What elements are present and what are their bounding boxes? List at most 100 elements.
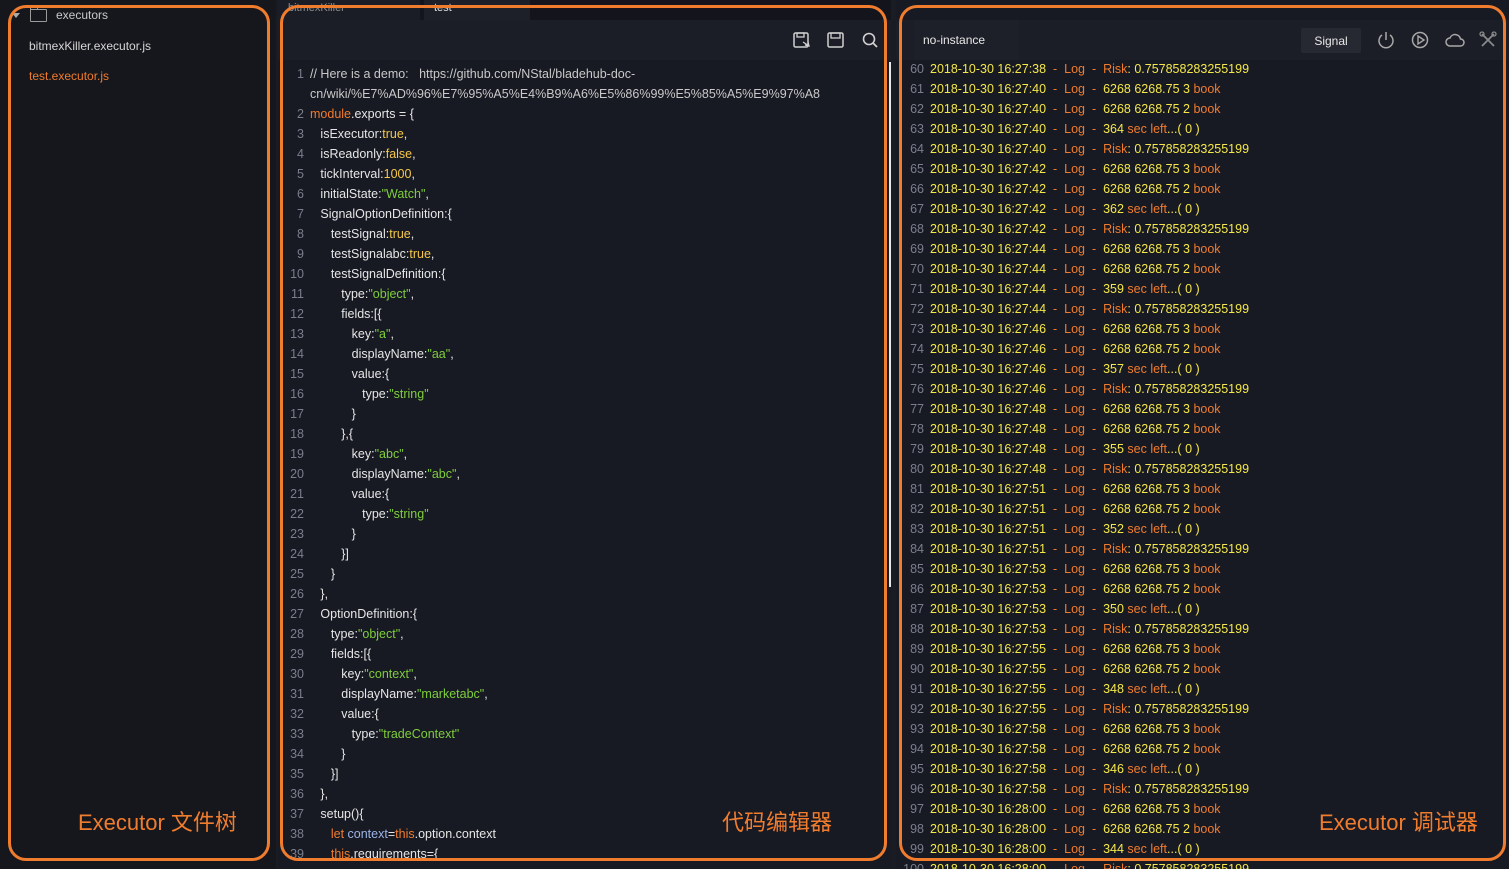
search-icon[interactable]: [860, 30, 880, 50]
code-area[interactable]: 1 // Here is a demo: https://github.com/N…: [278, 64, 883, 864]
line-content: },: [310, 587, 329, 601]
log-level: Log: [1064, 462, 1085, 476]
log-line-number: 86: [910, 582, 924, 596]
log-level: Log: [1064, 102, 1085, 116]
line-number: 22: [290, 507, 304, 521]
log-line: 78 2018-10-30 16:27:48 - Log - 6268 6268.…: [896, 419, 1509, 439]
log-timestamp: 2018-10-30 16:27:44: [930, 242, 1047, 256]
log-timestamp: 2018-10-30 16:27:42: [930, 202, 1047, 216]
code-line: 39 this.requirements={: [278, 844, 883, 864]
log-timestamp: 2018-10-30 16:27:48: [930, 442, 1047, 456]
line-number: 2: [297, 107, 304, 121]
line-content: let context=this.option.context: [330, 827, 496, 841]
log-timestamp: 2018-10-30 16:27:48: [930, 462, 1047, 476]
power-icon[interactable]: [1376, 30, 1396, 50]
tree-file-test[interactable]: test.executor.js: [29, 69, 109, 83]
log-line: 69 2018-10-30 16:27:44 - Log - 6268 6268.…: [896, 239, 1509, 259]
log-message: 6268 6268.75 3 book: [1103, 242, 1221, 256]
tree-folder-executors[interactable]: executors: [12, 5, 108, 22]
line-content: value:{: [310, 487, 390, 501]
log-message: Risk: 0.757858283255199: [1103, 382, 1250, 396]
log-line: 61 2018-10-30 16:27:40 - Log - 6268 6268.…: [896, 79, 1509, 99]
code-line: 28 type:"object",: [278, 624, 883, 644]
folder-icon: [30, 5, 47, 22]
tab-test[interactable]: test: [424, 0, 530, 20]
log-line-number: 70: [910, 262, 924, 276]
code-line: 29 fields:[{: [278, 644, 883, 664]
log-level: Log: [1064, 262, 1085, 276]
editor-scrollbar[interactable]: [889, 62, 891, 587]
tab-no-instance[interactable]: no-instance: [914, 20, 1019, 60]
log-line-number: 93: [910, 722, 924, 736]
line-number: 19: [290, 447, 304, 461]
chevron-down-icon[interactable]: [12, 12, 20, 18]
code-line: 4 isReadonly:false,: [278, 144, 883, 164]
log-timestamp: 2018-10-30 16:27:40: [930, 82, 1047, 96]
code-line: 36 },: [278, 784, 883, 804]
tools-icon[interactable]: [1478, 30, 1498, 50]
log-timestamp: 2018-10-30 16:27:44: [930, 282, 1047, 296]
log-line-number: 66: [910, 182, 924, 196]
log-timestamp: 2018-10-30 16:27:40: [930, 102, 1047, 116]
line-content: key:"a",: [310, 327, 394, 341]
log-line-number: 80: [910, 462, 924, 476]
log-timestamp: 2018-10-30 16:27:53: [930, 582, 1047, 596]
tab-bitmexkiller[interactable]: bitmexKiller: [278, 0, 420, 20]
code-line: 12 fields:[{: [278, 304, 883, 324]
code-line: 9 testSignalabc:true,: [278, 244, 883, 264]
save-as-icon[interactable]: [792, 30, 812, 50]
log-timestamp: 2018-10-30 16:27:40: [930, 122, 1047, 136]
log-message: 357 sec left...( 0 ): [1103, 362, 1200, 376]
log-message: 364 sec left...( 0 ): [1103, 122, 1200, 136]
line-content: initialState:"Watch",: [310, 187, 429, 201]
log-level: Log: [1064, 382, 1085, 396]
log-line-number: 64: [910, 142, 924, 156]
tree-file-bitmexkiller[interactable]: bitmexKiller.executor.js: [29, 39, 151, 53]
code-line: 31 displayName:"marketabc",: [278, 684, 883, 704]
log-line-number: 91: [910, 682, 924, 696]
log-line: 70 2018-10-30 16:27:44 - Log - 6268 6268.…: [896, 259, 1509, 279]
log-message: 6268 6268.75 3 book: [1103, 162, 1221, 176]
cloud-icon[interactable]: [1444, 30, 1466, 50]
line-number: 35: [290, 767, 304, 781]
log-message: 6268 6268.75 3 book: [1103, 82, 1221, 96]
log-line-number: 65: [910, 162, 924, 176]
log-line: 76 2018-10-30 16:27:46 - Log - Risk: 0.75…: [896, 379, 1509, 399]
line-number: 28: [290, 627, 304, 641]
log-line: 82 2018-10-30 16:27:51 - Log - 6268 6268.…: [896, 499, 1509, 519]
code-line: 27 OptionDefinition:{: [278, 604, 883, 624]
editor-tab-bar: bitmexKiller test: [278, 0, 891, 20]
log-message: 350 sec left...( 0 ): [1103, 602, 1200, 616]
log-line-number: 73: [910, 322, 924, 336]
log-level: Log: [1064, 502, 1085, 516]
line-content: setup(){: [310, 807, 364, 821]
line-content: tickInterval:1000,: [310, 167, 415, 181]
line-number: 37: [290, 807, 304, 821]
log-level: Log: [1064, 582, 1085, 596]
log-timestamp: 2018-10-30 16:27:53: [930, 602, 1047, 616]
log-line: 81 2018-10-30 16:27:51 - Log - 6268 6268.…: [896, 479, 1509, 499]
log-message: 6268 6268.75 2 book: [1103, 742, 1221, 756]
signal-button[interactable]: Signal: [1301, 28, 1361, 53]
line-content: fields:[{: [310, 647, 372, 661]
code-line: 6 initialState:"Watch",: [278, 184, 883, 204]
log-timestamp: 2018-10-30 16:27:55: [930, 662, 1047, 676]
save-icon[interactable]: [826, 30, 846, 50]
log-line: 75 2018-10-30 16:27:46 - Log - 357 sec le…: [896, 359, 1509, 379]
log-line: 89 2018-10-30 16:27:55 - Log - 6268 6268.…: [896, 639, 1509, 659]
log-message: 344 sec left...( 0 ): [1103, 842, 1200, 856]
log-timestamp: 2018-10-30 16:27:40: [930, 142, 1047, 156]
editor-toolbar: [278, 20, 891, 60]
line-content: }]: [310, 547, 349, 561]
log-timestamp: 2018-10-30 16:28:00: [930, 862, 1047, 869]
log-level: Log: [1064, 602, 1085, 616]
log-level: Log: [1064, 742, 1085, 756]
log-output[interactable]: 60 2018-10-30 16:27:38 - Log - Risk: 0.75…: [896, 59, 1509, 869]
log-line-number: 95: [910, 762, 924, 776]
log-line: 72 2018-10-30 16:27:44 - Log - Risk: 0.75…: [896, 299, 1509, 319]
line-content: type:"tradeContext": [310, 727, 460, 741]
log-message: 6268 6268.75 2 book: [1103, 422, 1221, 436]
play-icon[interactable]: [1410, 30, 1430, 50]
log-line: 87 2018-10-30 16:27:53 - Log - 350 sec le…: [896, 599, 1509, 619]
editor-caption: 代码编辑器: [722, 810, 833, 835]
